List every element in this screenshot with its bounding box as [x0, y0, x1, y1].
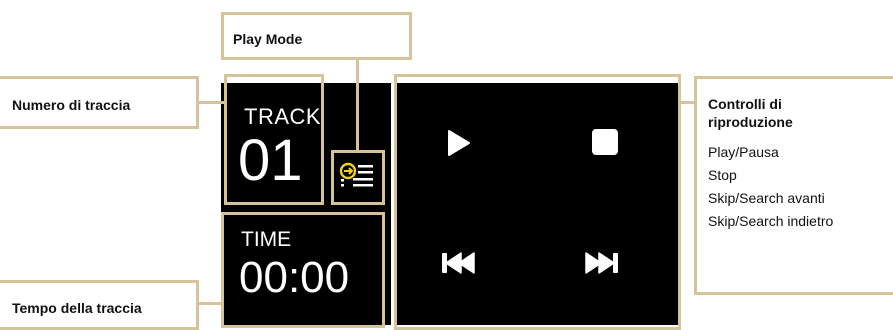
time-label: TIME: [241, 228, 292, 251]
play-mode-callout: Play Mode: [221, 12, 412, 60]
track-number-label: Numero di traccia: [12, 97, 131, 113]
controls-callout: Controlli di riproduzione Play/Pausa Sto…: [694, 76, 893, 295]
controls-item-stop: Stop: [708, 167, 737, 183]
connector-track-number: [196, 101, 224, 104]
connector-play-mode: [356, 58, 359, 150]
stop-icon[interactable]: [591, 128, 619, 156]
skip-back-icon[interactable]: [441, 252, 475, 274]
track-value: 01: [238, 128, 303, 193]
controls-item-skip-back: Skip/Search indietro: [708, 213, 834, 229]
track-time-label: Tempo della traccia: [12, 300, 142, 316]
play-mode-label: Play Mode: [233, 31, 303, 47]
track-number-callout: Numero di traccia: [0, 76, 199, 129]
connector-track-time: [196, 302, 224, 305]
controls-title: Controlli di riproduzione: [708, 96, 793, 130]
controls-item-skip-forward: Skip/Search avanti: [708, 190, 825, 206]
controls-item-play-pause: Play/Pausa: [708, 144, 779, 160]
track-label: TRACK: [244, 104, 322, 129]
controls-frame: [394, 74, 681, 330]
play-icon[interactable]: [447, 130, 471, 156]
track-time-callout: Tempo della traccia: [0, 280, 199, 330]
play-mode-icon: [339, 162, 373, 187]
skip-forward-icon[interactable]: [585, 252, 619, 274]
time-value: 00:00: [239, 253, 350, 302]
